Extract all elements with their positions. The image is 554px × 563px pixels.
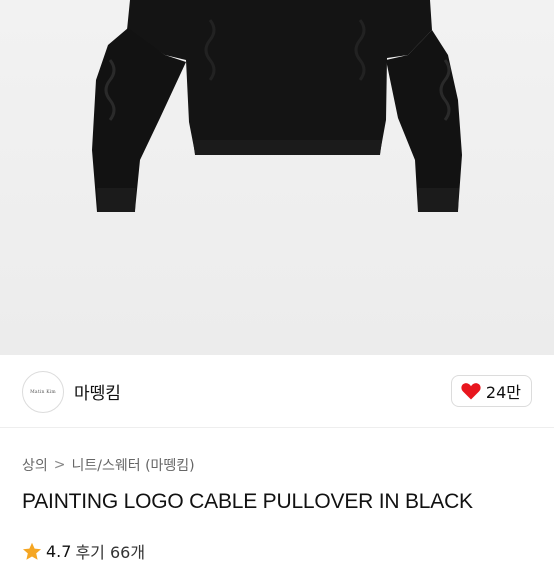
like-count: 24만 [485,383,521,402]
breadcrumb-subcategory[interactable]: 니트/스웨터 (마뗑킴) [72,455,195,475]
rating-summary[interactable]: 4.7 후기 66개 [22,539,145,563]
rating-score: 4.7 [46,541,72,561]
star-icon [23,542,41,560]
like-button[interactable]: 24만 [450,375,532,407]
seller-row[interactable]: Matin Kim 마뗑킴 24만 [0,355,554,428]
seller-logo-text: Matin Kim [30,389,56,395]
breadcrumb-separator: > [53,457,66,473]
review-count: 후기 66개 [75,543,146,562]
seller-avatar[interactable]: Matin Kim [22,371,64,413]
heart-icon [461,383,481,400]
pullover-illustration [92,0,462,212]
product-title: PAINTING LOGO CABLE PULLOVER IN BLACK [22,490,473,513]
breadcrumb: 상의 > 니트/스웨터 (마뗑킴) [22,455,195,475]
breadcrumb-category[interactable]: 상의 [22,455,48,475]
product-image[interactable] [0,0,554,355]
seller-name[interactable]: 마뗑킴 [74,379,121,404]
